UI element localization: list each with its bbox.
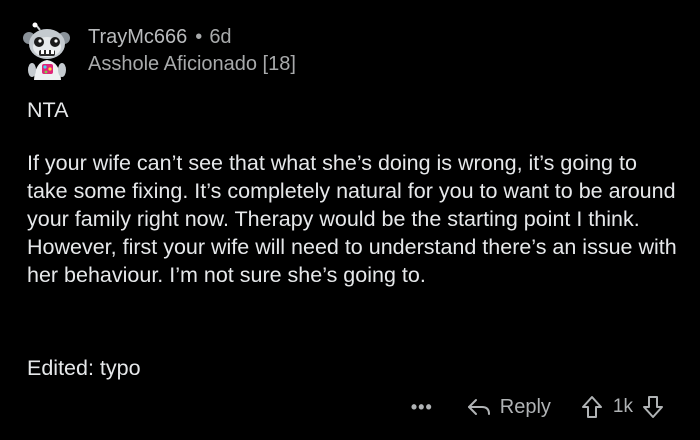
- more-options-button[interactable]: •••: [411, 397, 433, 418]
- vote-count: 1k: [612, 396, 633, 417]
- reply-arrow-icon: [467, 399, 490, 415]
- meta-separator: •: [195, 26, 203, 48]
- comment-header: TrayMc666 • 6d Asshole Aficionado [18]: [20, 18, 296, 84]
- comment-age: 6d: [209, 26, 232, 48]
- comment-verdict: NTA: [27, 98, 69, 122]
- vote-controls: 1k: [581, 395, 664, 419]
- comment-card: TrayMc666 • 6d Asshole Aficionado [18] N…: [0, 0, 700, 440]
- username-link[interactable]: TrayMc666: [88, 25, 187, 49]
- user-flair: Asshole Aficionado [18]: [88, 53, 296, 75]
- snoo-avatar-icon: [23, 22, 70, 80]
- user-avatar-icon[interactable]: [20, 22, 78, 80]
- reply-label: Reply: [499, 395, 551, 418]
- downvote-arrow-icon[interactable]: [642, 395, 664, 419]
- comment-paragraph: If your wife can’t see that what she’s d…: [27, 151, 677, 287]
- comment-edit-note: Edited: typo: [27, 356, 141, 380]
- meta-top-row: TrayMc666 • 6d: [88, 25, 296, 49]
- upvote-arrow-icon[interactable]: [581, 395, 603, 419]
- reply-button[interactable]: Reply: [467, 396, 551, 419]
- comment-meta: TrayMc666 • 6d Asshole Aficionado [18]: [88, 25, 296, 77]
- comment-actions: ••• Reply 1k: [411, 394, 664, 420]
